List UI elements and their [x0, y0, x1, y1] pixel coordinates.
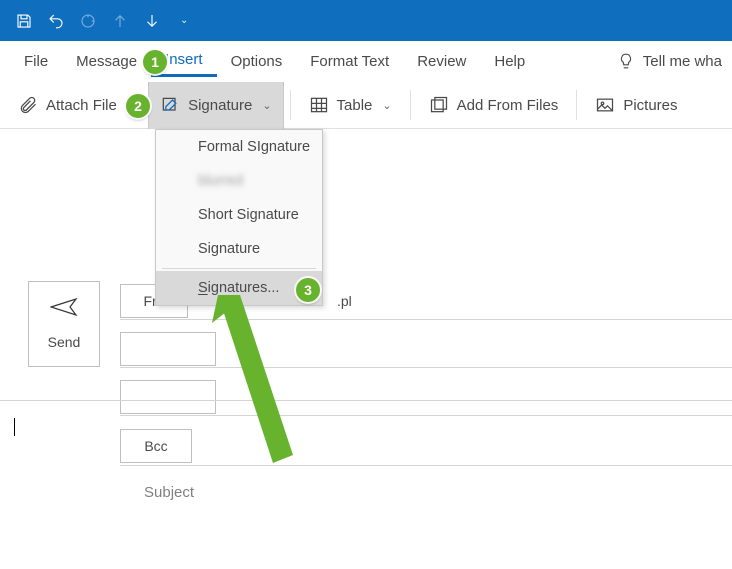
bcc-button[interactable]: Bcc [120, 429, 192, 463]
cc-button[interactable] [120, 380, 216, 414]
send-label: Send [48, 334, 81, 350]
arrow-down-icon[interactable] [140, 9, 164, 33]
to-button[interactable] [120, 332, 216, 366]
menu-message[interactable]: Message [62, 47, 151, 76]
menu-file[interactable]: File [10, 47, 62, 76]
chevron-down-icon: ⌄ [262, 99, 271, 112]
send-button[interactable]: Send [28, 281, 100, 367]
table-button[interactable]: Table ⌄ [297, 82, 404, 129]
body-separator [0, 400, 732, 401]
pictures-label: Pictures [623, 97, 677, 114]
tell-me-label: Tell me wha [643, 53, 722, 70]
chevron-down-icon: ⌄ [382, 99, 391, 112]
signature-icon [160, 95, 180, 115]
ribbon: Attach File ⌄ Signature ⌄ Table ⌄ Add From … [0, 82, 732, 129]
files-icon [429, 95, 449, 115]
lightbulb-icon [617, 52, 635, 70]
attach-file-label: Attach File [46, 97, 117, 114]
menu-format-text[interactable]: Format Text [296, 47, 403, 76]
undo-icon[interactable] [44, 9, 68, 33]
menu-review[interactable]: Review [403, 47, 480, 76]
pictures-icon [595, 95, 615, 115]
annotation-3: 3 [296, 278, 320, 302]
compose-area: Send Fro .pl Bcc Subject [0, 129, 732, 149]
field-separator [120, 415, 732, 416]
signature-dropdown: Formal SIgnature blurred Short Signature… [155, 129, 323, 306]
dropdown-separator [162, 268, 316, 269]
send-icon [50, 296, 78, 322]
signature-label: Signature [188, 97, 252, 114]
add-from-files-label: Add From Files [457, 97, 559, 114]
subject-label: Subject [144, 484, 194, 501]
add-from-files-button[interactable]: Add From Files [417, 82, 571, 129]
menu-bar: File Message Insert Options Format Text … [0, 41, 732, 82]
dropdown-item-blurred[interactable]: blurred [156, 164, 322, 198]
field-separator [120, 367, 732, 368]
table-icon [309, 95, 329, 115]
signature-button[interactable]: Signature ⌄ [148, 82, 283, 129]
table-label: Table [337, 97, 373, 114]
title-bar: ⌄ [0, 0, 732, 41]
annotation-1: 1 [143, 50, 167, 74]
tell-me-search[interactable]: Tell me wha [617, 52, 722, 70]
paperclip-icon [18, 95, 38, 115]
quick-access-dropdown-icon[interactable]: ⌄ [180, 15, 188, 26]
field-separator [120, 319, 732, 320]
dropdown-item-short[interactable]: Short Signature [156, 198, 322, 232]
redo-icon [76, 9, 100, 33]
to-row [120, 332, 732, 366]
dropdown-item-signature[interactable]: Signature [156, 232, 322, 266]
dropdown-item-formal[interactable]: Formal SIgnature [156, 130, 322, 164]
save-icon[interactable] [12, 9, 36, 33]
annotation-2: 2 [126, 94, 150, 118]
separator [410, 90, 411, 120]
bcc-row: Bcc [120, 429, 732, 463]
menu-options[interactable]: Options [217, 47, 297, 76]
pictures-button[interactable]: Pictures [583, 82, 689, 129]
menu-help[interactable]: Help [480, 47, 539, 76]
text-cursor [14, 418, 15, 436]
arrow-up-icon [108, 9, 132, 33]
cc-row [120, 380, 732, 414]
separator [576, 90, 577, 120]
field-separator [120, 465, 732, 466]
separator [290, 90, 291, 120]
from-value-trail: .pl [337, 293, 352, 309]
subject-row[interactable]: Subject [144, 484, 732, 501]
